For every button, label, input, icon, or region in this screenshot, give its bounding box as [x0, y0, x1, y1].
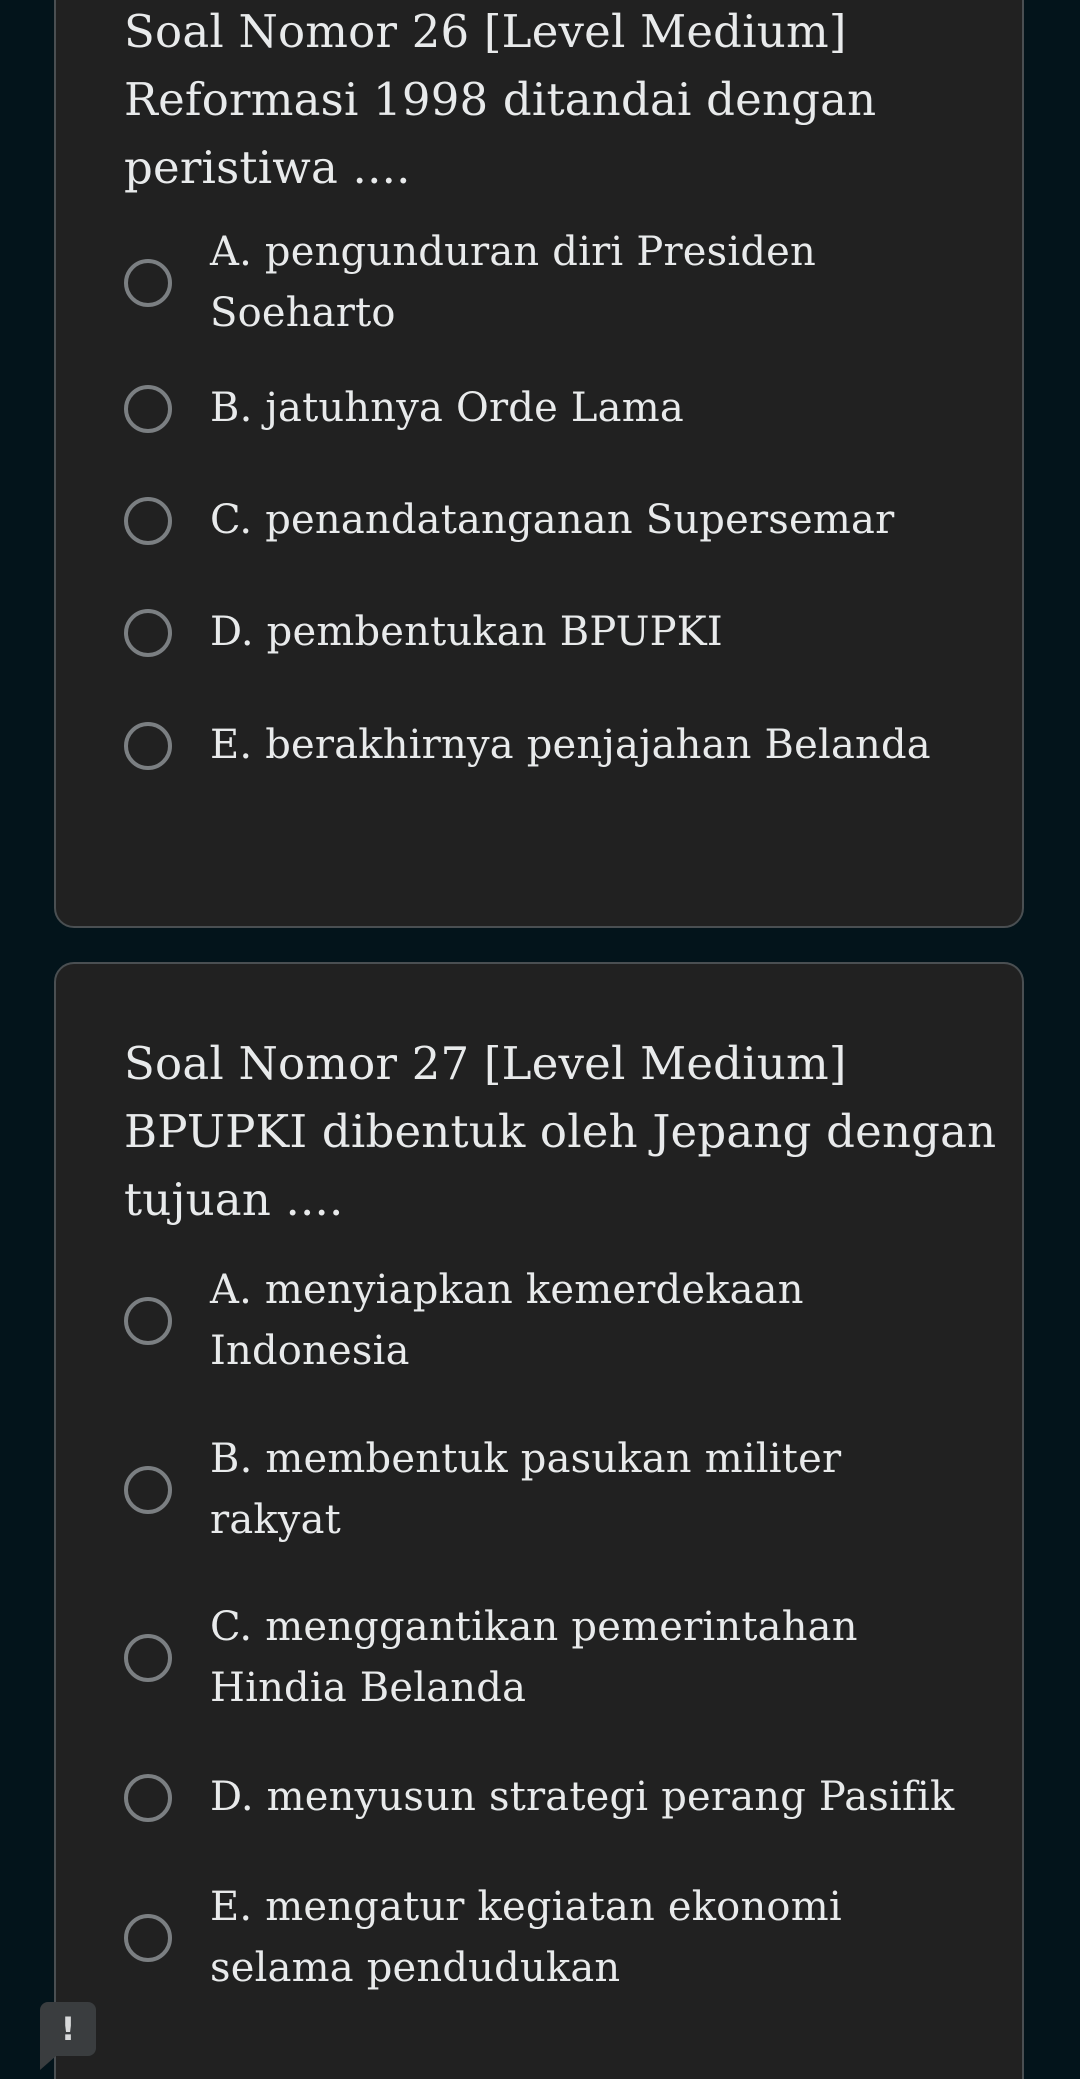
question-title: Soal Nomor 26 [Level Medium]: [124, 5, 847, 58]
question-line: tujuan ....: [124, 1173, 344, 1226]
option-label-line: selama pendudukan: [210, 1945, 621, 1991]
option-label: C. penandatanganan Supersemar: [210, 490, 894, 551]
radio-button[interactable]: [124, 496, 172, 545]
option-label-line: rakyat: [210, 1497, 341, 1543]
option-label-line: Soeharto: [210, 290, 396, 336]
option-e[interactable]: E. berakhirnya penjajahan Belanda: [124, 715, 982, 776]
option-label-line: C. menggantikan pemerintahan: [210, 1604, 858, 1650]
option-label-line: Indonesia: [210, 1328, 410, 1374]
option-label: A. pengunduran diri Presiden Soeharto: [210, 222, 816, 344]
option-label-line: D. pembentukan BPUPKI: [210, 609, 723, 655]
option-label: B. jatuhnya Orde Lama: [210, 378, 684, 439]
option-d[interactable]: D. menyusun strategi perang Pasifik: [124, 1767, 982, 1828]
feedback-button[interactable]: !: [40, 2002, 96, 2070]
question-title: Soal Nomor 27 [Level Medium]: [124, 1037, 847, 1090]
option-label-line: D. menyusun strategi perang Pasifik: [210, 1774, 955, 1820]
question-text: Soal Nomor 27 [Level Medium] BPUPKI dibe…: [124, 1030, 997, 1234]
option-b[interactable]: B. jatuhnya Orde Lama: [124, 378, 982, 439]
question-line: peristiwa ....: [124, 141, 411, 194]
radio-button[interactable]: [124, 259, 172, 307]
option-label-line: E. berakhirnya penjajahan Belanda: [210, 722, 931, 768]
option-label: D. menyusun strategi perang Pasifik: [210, 1767, 954, 1828]
option-label-line: B. membentuk pasukan militer: [210, 1436, 842, 1482]
option-label-line: B. jatuhnya Orde Lama: [210, 385, 684, 431]
question-card-26: Soal Nomor 26 [Level Medium] Reformasi 1…: [54, 0, 1024, 928]
option-label: E. berakhirnya penjajahan Belanda: [210, 715, 931, 776]
radio-button[interactable]: [124, 1773, 172, 1822]
option-label: D. pembentukan BPUPKI: [210, 602, 723, 663]
option-label: E. mengatur kegiatan ekonomi selama pend…: [210, 1877, 842, 1999]
radio-button[interactable]: [124, 1466, 172, 1514]
question-line: Reformasi 1998 ditandai dengan: [124, 73, 877, 126]
radio-button[interactable]: [124, 1297, 172, 1345]
option-c[interactable]: C. penandatanganan Supersemar: [124, 490, 982, 551]
quiz-page: Soal Nomor 26 [Level Medium] Reformasi 1…: [0, 0, 1080, 2079]
radio-button[interactable]: [124, 608, 172, 657]
option-a[interactable]: A. menyiapkan kemerdekaan Indonesia: [124, 1260, 982, 1382]
option-label-line: A. menyiapkan kemerdekaan: [210, 1267, 804, 1313]
option-label: A. menyiapkan kemerdekaan Indonesia: [210, 1260, 804, 1382]
option-d[interactable]: D. pembentukan BPUPKI: [124, 602, 982, 663]
radio-button[interactable]: [124, 721, 172, 770]
question-card-27: Soal Nomor 27 [Level Medium] BPUPKI dibe…: [54, 962, 1024, 2079]
radio-button[interactable]: [124, 1914, 172, 1962]
option-label-line: E. mengatur kegiatan ekonomi: [210, 1884, 842, 1930]
radio-button[interactable]: [124, 1634, 172, 1682]
option-b[interactable]: B. membentuk pasukan militer rakyat: [124, 1429, 982, 1551]
option-c[interactable]: C. menggantikan pemerintahan Hindia Bela…: [124, 1597, 982, 1719]
question-line: BPUPKI dibentuk oleh Jepang dengan: [124, 1105, 997, 1158]
option-e[interactable]: E. mengatur kegiatan ekonomi selama pend…: [124, 1877, 982, 1999]
radio-button[interactable]: [124, 384, 172, 433]
question-text: Soal Nomor 26 [Level Medium] Reformasi 1…: [124, 0, 962, 202]
option-label-line: A. pengunduran diri Presiden: [210, 229, 816, 275]
option-label-line: Hindia Belanda: [210, 1665, 527, 1711]
exclamation-icon: !: [60, 2010, 76, 2048]
option-label: C. menggantikan pemerintahan Hindia Bela…: [210, 1597, 858, 1719]
option-label-line: C. penandatanganan Supersemar: [210, 497, 895, 543]
option-a[interactable]: A. pengunduran diri Presiden Soeharto: [124, 222, 982, 344]
option-label: B. membentuk pasukan militer rakyat: [210, 1429, 841, 1551]
